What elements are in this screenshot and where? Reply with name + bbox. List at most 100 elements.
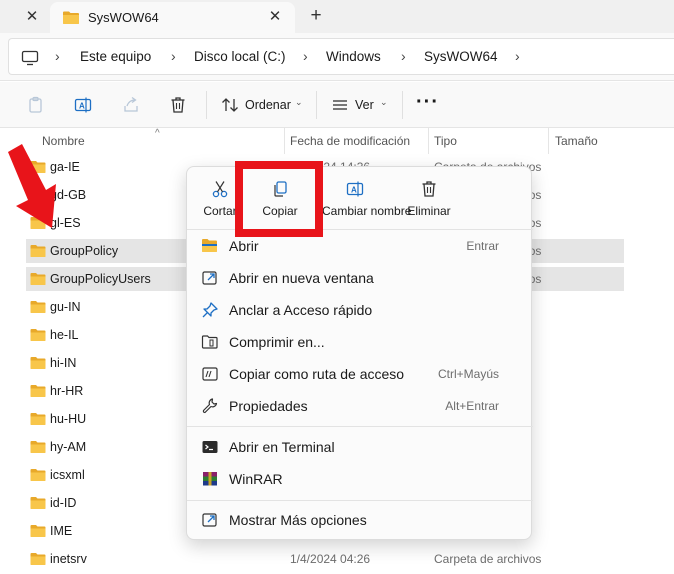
red-arrow-annotation (8, 144, 56, 228)
menu-item-propiedades[interactable]: Propiedades Alt+Entrar (191, 391, 529, 421)
file-date: 1/4/2024 04:26 (290, 552, 371, 566)
rename-icon[interactable]: A (73, 95, 93, 115)
file-name: hy-AM (50, 440, 87, 454)
more-options-button[interactable]: ··· (416, 91, 439, 114)
menu-item-anclar-acceso-rapido[interactable]: Anclar a Acceso rápido (191, 295, 529, 325)
view-icon[interactable] (330, 95, 350, 115)
file-name: inetsrv (50, 552, 87, 566)
breadcrumb-item-disco-local[interactable]: Disco local (C:) (194, 49, 286, 64)
file-name: gu-IN (50, 300, 81, 314)
column-divider[interactable] (548, 128, 549, 154)
menu-item-label: Abrir en Terminal (229, 439, 335, 455)
rename-button[interactable]: A Cambiar nombre (322, 177, 412, 223)
file-name: hu-HU (50, 412, 87, 426)
folder-icon (30, 525, 46, 537)
winrar-icon (203, 472, 217, 486)
tab-syswow64[interactable]: SysWOW64 ✕ (50, 2, 295, 33)
column-header-date[interactable]: Fecha de modificación (290, 134, 410, 148)
breadcrumb-separator: › (303, 48, 308, 64)
folder-icon (30, 413, 46, 425)
breadcrumb-item-este-equipo[interactable]: Este equipo (80, 49, 151, 64)
breadcrumb-item-syswow64[interactable]: SysWOW64 (424, 49, 498, 64)
toolbar-divider (316, 91, 317, 119)
file-name: GroupPolicy (50, 244, 119, 258)
folder-open-icon (202, 239, 217, 252)
red-highlight-box (235, 161, 323, 237)
breadcrumb[interactable]: › Este equipo › Disco local (C:) › Windo… (8, 38, 674, 75)
trash-icon (422, 181, 436, 197)
toolbar-divider (206, 91, 207, 119)
menu-item-label: WinRAR (229, 471, 283, 487)
menu-item-copiar-ruta[interactable]: Copiar como ruta de acceso Ctrl+Mayús (191, 359, 529, 389)
terminal-icon (202, 441, 218, 453)
menu-item-label: Abrir en nueva ventana (229, 270, 374, 286)
file-type: Carpeta de archivos (434, 552, 542, 566)
delete-label: Eliminar (407, 204, 451, 218)
wrench-icon (202, 398, 218, 414)
column-header-size[interactable]: Tamaño (555, 134, 598, 148)
folder-icon (30, 385, 46, 397)
menu-item-abrir-terminal[interactable]: Abrir en Terminal (191, 432, 529, 462)
menu-item-label: Abrir (229, 238, 259, 254)
folder-icon (30, 329, 46, 341)
folder-icon (30, 441, 46, 453)
pin-icon (202, 302, 218, 318)
copy-path-icon (202, 367, 218, 381)
delete-button[interactable]: Eliminar (396, 177, 462, 223)
column-headers: ^ Nombre Fecha de modificación Tipo Tama… (0, 128, 674, 154)
folder-icon (30, 245, 46, 257)
menu-item-comprimir[interactable]: Comprimir en... (191, 327, 529, 357)
folder-icon (63, 11, 79, 24)
folder-icon (30, 497, 46, 509)
menu-item-shortcut: Alt+Entrar (445, 399, 499, 413)
menu-item-shortcut: Entrar (466, 239, 499, 253)
file-name: id-ID (50, 496, 77, 510)
paste-icon[interactable] (26, 95, 46, 115)
svg-text:A: A (351, 186, 357, 195)
menu-item-label: Propiedades (229, 398, 308, 414)
breadcrumb-separator: › (55, 48, 60, 64)
new-tab-button[interactable]: + (305, 5, 327, 27)
folder-icon (30, 273, 46, 285)
menu-item-mostrar-mas-opciones[interactable]: Mostrar Más opciones (191, 505, 529, 535)
svg-text:A: A (79, 102, 85, 111)
sort-icon[interactable] (220, 95, 240, 115)
scissors-icon (212, 181, 228, 198)
folder-icon (30, 553, 46, 565)
close-icon[interactable]: ✕ (22, 7, 42, 27)
computer-icon (21, 50, 39, 66)
tab-title: SysWOW64 (88, 10, 159, 25)
folder-icon (30, 357, 46, 369)
sort-ascending-icon: ^ (155, 128, 160, 139)
menu-item-winrar[interactable]: WinRAR (191, 464, 529, 494)
menu-item-abrir-nueva-ventana[interactable]: Abrir en nueva ventana (191, 263, 529, 293)
file-row[interactable]: inetsrv 1/4/2024 04:26 Carpeta de archivos (26, 547, 624, 571)
menu-divider (187, 426, 533, 427)
column-divider[interactable] (428, 128, 429, 154)
breadcrumb-separator[interactable]: › (515, 48, 520, 64)
more-options-icon (202, 513, 217, 527)
view-button[interactable]: Ver (355, 98, 374, 112)
menu-item-shortcut: Ctrl+Mayús (437, 367, 499, 381)
column-divider[interactable] (284, 128, 285, 154)
chevron-down-icon[interactable]: ⌄ (295, 97, 303, 108)
breadcrumb-separator: › (171, 48, 176, 64)
file-name: he-IL (50, 328, 79, 342)
file-name: icsxml (50, 468, 85, 482)
sort-button[interactable]: Ordenar (245, 98, 291, 112)
trash-icon[interactable] (168, 95, 188, 115)
share-icon[interactable] (121, 95, 141, 115)
file-name: hr-HR (50, 384, 84, 398)
rename-label: Cambiar nombre (322, 204, 412, 218)
menu-item-label: Comprimir en... (229, 334, 325, 350)
command-bar: A Ordenar ⌄ Ver ⌄ ··· (0, 82, 674, 128)
column-header-type[interactable]: Tipo (434, 134, 457, 148)
file-name: GroupPolicyUsers (50, 272, 151, 286)
file-name: hi-IN (50, 356, 77, 370)
breadcrumb-item-windows[interactable]: Windows (326, 49, 381, 64)
chevron-down-icon[interactable]: ⌄ (380, 97, 388, 108)
tab-close-icon[interactable]: ✕ (265, 7, 285, 27)
breadcrumb-separator: › (401, 48, 406, 64)
address-bar: › Este equipo › Disco local (C:) › Windo… (0, 33, 674, 81)
file-name: IME (50, 524, 73, 538)
